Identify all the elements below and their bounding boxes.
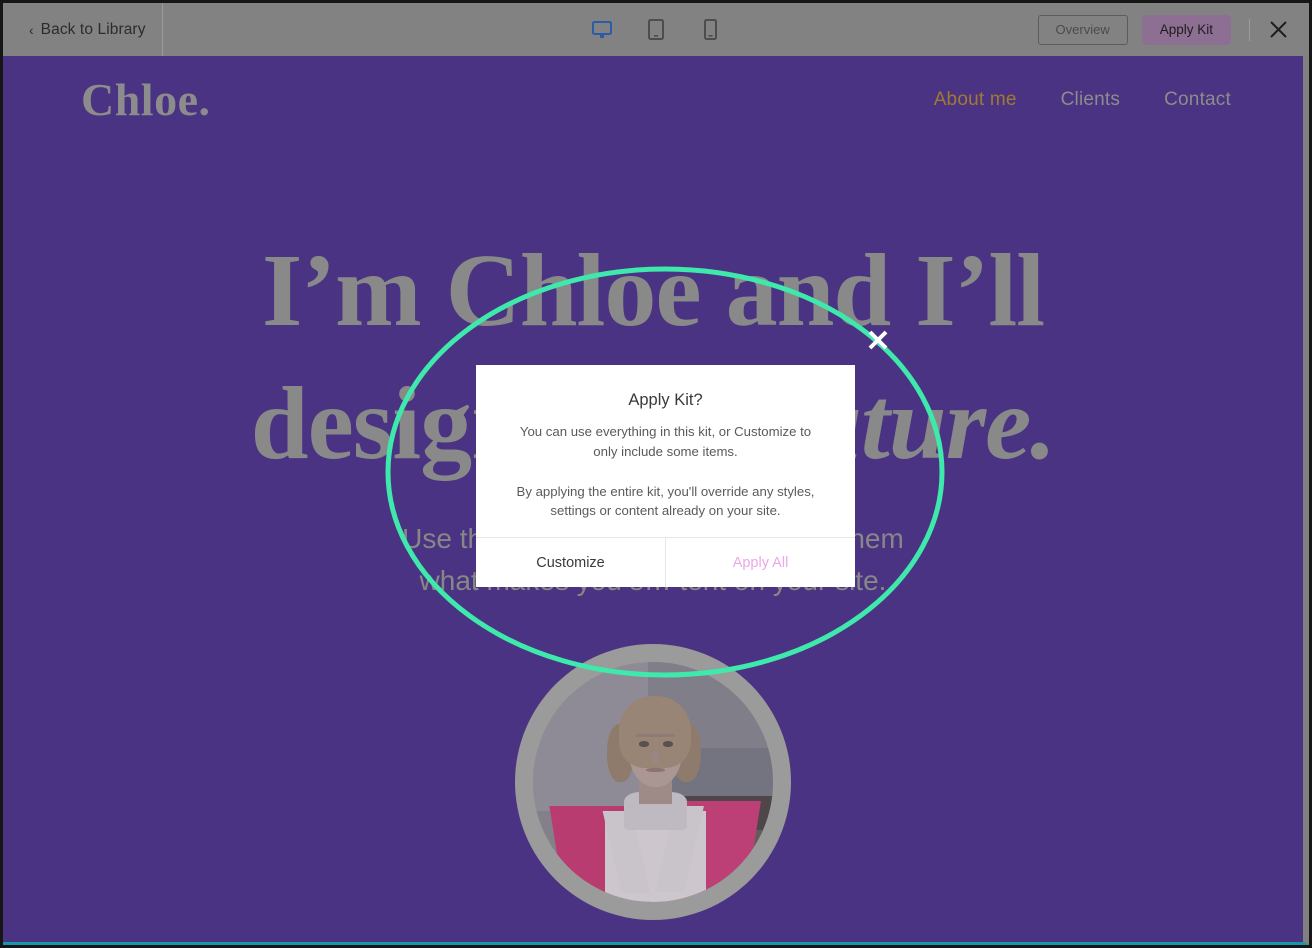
tablet-icon [648,19,664,40]
nav-item-about-me[interactable]: About me [934,89,1017,111]
back-to-library-label: Back to Library [40,20,146,38]
hero-heading-line-1: I’m Chloe and I’ll [261,233,1045,348]
nav-item-contact[interactable]: Contact [1164,89,1231,111]
dialog-title: Apply Kit? [628,391,703,409]
device-mobile-button[interactable] [693,13,727,47]
application-window: ‹ Back to Library Overview Apply Kit Chl… [0,0,1312,948]
nav-item-clients[interactable]: Clients [1061,89,1120,111]
dialog-paragraph-1: You can use everything in this kit, or C… [519,424,812,459]
dialog-actions: Customize Apply All [476,537,855,587]
site-header: Chloe. About me Clients Contact [3,56,1303,144]
site-preview-frame: Chloe. About me Clients Contact I’m Chlo… [3,56,1309,945]
apply-kit-button[interactable]: Apply Kit [1141,14,1231,45]
close-button[interactable] [1265,17,1291,43]
avatar-ring [515,644,791,920]
apply-kit-dialog: Apply Kit? You can use everything in thi… [476,365,855,587]
toolbar-divider [1249,18,1250,41]
overview-button[interactable]: Overview [1037,14,1128,45]
portrait-overlay-tint [533,662,773,902]
customize-button[interactable]: Customize [476,538,666,587]
chevron-left-icon: ‹ [29,21,34,38]
mobile-icon [703,19,717,40]
toolbar-actions: Overview Apply Kit [1037,3,1309,56]
back-to-library-button[interactable]: ‹ Back to Library [3,3,163,56]
avatar-portrait-image [533,662,773,902]
dialog-body: Apply Kit? You can use everything in thi… [476,365,855,537]
device-desktop-button[interactable] [585,13,619,47]
apply-all-button[interactable]: Apply All [666,538,855,587]
site-navigation: About me Clients Contact [934,89,1231,111]
desktop-icon [592,20,612,38]
device-tablet-button[interactable] [639,13,673,47]
dialog-paragraph-2: By applying the entire kit, you'll overr… [516,483,815,519]
editor-toolbar: ‹ Back to Library Overview Apply Kit [3,3,1309,56]
site-logo[interactable]: Chloe. [81,77,211,123]
close-icon [1269,21,1287,38]
